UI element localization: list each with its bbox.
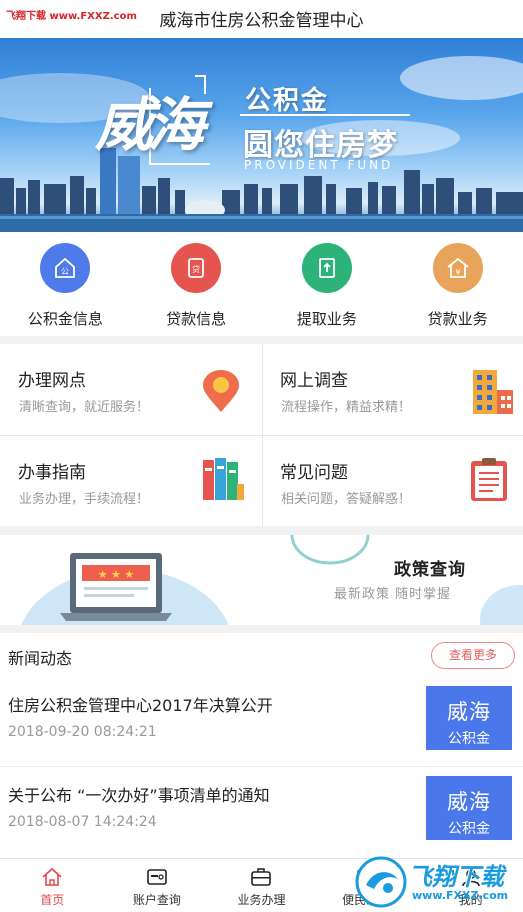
withdraw-book-icon (301, 243, 352, 293)
svg-text:公: 公 (61, 267, 69, 276)
tab-label: 业务办理 (237, 893, 286, 907)
news-item[interactable]: 关于公布 “一次办好”事项清单的通知 2018-08-07 14:24:24 威… (0, 768, 523, 858)
house-yen-icon: ¥ (432, 243, 483, 293)
policy-query-banner[interactable]: ★ ★ ★ 政策查询 最新政策 随时掌握 (0, 535, 523, 625)
svg-text:★ ★ ★: ★ ★ ★ (98, 568, 135, 581)
banner-headline: 公积金 (245, 86, 330, 116)
news-section: 新闻动态 查看更多 住房公积金管理中心2017年决算公开 2018-09-20 … (0, 633, 523, 858)
news-title: 关于公布 “一次办好”事项清单的通知 (8, 786, 270, 805)
policy-subtitle: 最新政策 随时掌握 (334, 587, 452, 602)
grid-divider-horizontal (0, 435, 523, 436)
thumbnail-title: 威海 (447, 790, 491, 814)
news-divider (0, 766, 523, 767)
quick-action-withdraw[interactable]: 提取业务 (262, 232, 393, 336)
news-thumbnail: 威海 公积金 (426, 686, 512, 750)
service-title: 网上调查 (280, 371, 348, 391)
service-subtitle: 清晰查询，就近服务！ (19, 400, 150, 415)
tab-label: 首页 (40, 893, 65, 907)
service-survey[interactable]: 网上调查 流程操作，精益求精！ (262, 344, 523, 434)
loan-document-icon: 贷 (171, 243, 222, 293)
quick-action-provident-info[interactable]: 公 公积金信息 (0, 232, 131, 336)
tab-business[interactable]: 业务办理 (209, 859, 314, 912)
building-icon (469, 366, 515, 418)
watermark-url: www.FXXZ.com (412, 889, 509, 902)
thumbnail-title: 威海 (447, 700, 491, 724)
banner-divider (240, 114, 410, 116)
news-heading: 新闻动态 (8, 649, 73, 668)
service-outlets[interactable]: 办理网点 清晰查询，就近服务！ (0, 344, 261, 434)
policy-title: 政策查询 (394, 560, 466, 580)
service-subtitle: 业务办理，手续流程！ (19, 492, 150, 507)
quick-action-label: 公积金信息 (27, 310, 103, 328)
tab-label: 账户查询 (132, 893, 181, 907)
top-bar: 飞翔下载 www.FXXZ.com 威海市住房公积金管理中心 (0, 0, 523, 38)
watermark-logo-text: 飞翔下载 (408, 863, 504, 891)
service-title: 办理网点 (18, 371, 86, 391)
watermark-badge: 飞翔下载 www.FXXZ.com (352, 853, 522, 909)
account-card-icon (147, 869, 167, 885)
banner-calligraphy: 威海 (95, 91, 205, 159)
house-icon: 公 (40, 243, 91, 293)
service-faq[interactable]: 常见问题 相关问题，答疑解惑！ (262, 436, 523, 526)
news-title: 住房公积金管理中心2017年决算公开 (8, 696, 273, 715)
thumbnail-subtitle: 公积金 (448, 821, 490, 837)
page-title: 威海市住房公积金管理中心 (159, 11, 364, 31)
svg-text:贷: 贷 (192, 264, 200, 274)
binders-icon (201, 456, 245, 506)
watermark-logo-icon (355, 856, 407, 908)
news-time: 2018-09-20 08:24:21 (8, 724, 157, 740)
quick-action-loan-business[interactable]: ¥ 贷款业务 (392, 232, 523, 336)
banner-english: PROVIDENT FUND (244, 158, 394, 172)
service-title: 办事指南 (18, 463, 86, 483)
news-thumbnail: 威海 公积金 (426, 776, 512, 840)
news-item[interactable]: 住房公积金管理中心2017年决算公开 2018-09-20 08:24:21 威… (0, 678, 523, 768)
quick-action-label: 提取业务 (296, 310, 357, 328)
home-icon (42, 867, 62, 886)
service-grid: 办理网点 清晰查询，就近服务！ 网上调查 流程操作，精益求精！ 办事指南 业务办… (0, 344, 523, 526)
quick-actions: 公 公积金信息 贷 贷款信息 提取业务 ¥ 贷款业务 (0, 232, 523, 336)
quick-action-label: 贷款业务 (427, 310, 488, 328)
service-title: 常见问题 (280, 463, 348, 483)
thumbnail-subtitle: 公积金 (448, 731, 490, 747)
view-more-button[interactable]: 查看更多 (431, 642, 515, 669)
quick-action-label: 贷款信息 (166, 310, 227, 328)
clipboard-icon (469, 456, 509, 506)
hero-banner[interactable]: 威海 公积金 圆您住房梦 PROVIDENT FUND (0, 38, 523, 232)
laptop-illustration: ★ ★ ★ (21, 535, 523, 625)
tab-account-query[interactable]: 账户查询 (105, 859, 210, 912)
svg-text:¥: ¥ (455, 268, 460, 277)
news-time: 2018-08-07 14:24:24 (8, 814, 157, 830)
tab-home[interactable]: 首页 (0, 859, 105, 912)
briefcase-icon (251, 868, 272, 886)
service-subtitle: 相关问题，答疑解惑！ (281, 492, 412, 507)
quick-action-loan-info[interactable]: 贷 贷款信息 (131, 232, 262, 336)
service-guide[interactable]: 办事指南 业务办理，手续流程！ (0, 436, 261, 526)
location-pin-icon (201, 370, 241, 418)
service-subtitle: 流程操作，精益求精！ (281, 400, 412, 415)
